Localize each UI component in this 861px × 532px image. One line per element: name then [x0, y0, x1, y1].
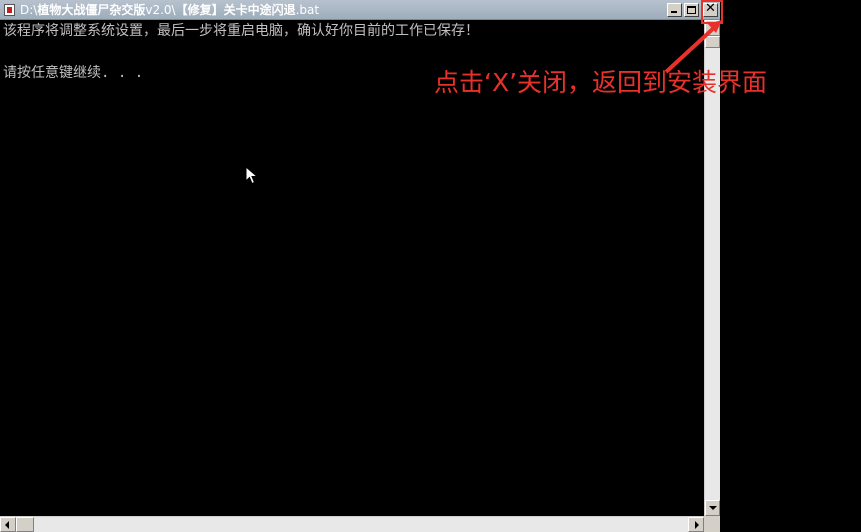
window-title: D:\植物大战僵尸杂交版v2.0\【修复】关卡中途闪退.bat	[20, 3, 320, 17]
maximize-icon	[687, 6, 696, 14]
maximize-button[interactable]	[684, 3, 699, 17]
annotation-text: 点击‘X’关闭，返回到安装界面	[434, 68, 768, 97]
close-button[interactable]: ✕	[703, 1, 718, 17]
scroll-down-button[interactable]	[705, 500, 720, 516]
screen: D:\植物大战僵尸杂交版v2.0\【修复】关卡中途闪退.bat ✕ 该程序将调整…	[0, 0, 861, 532]
window-titlebar[interactable]: D:\植物大战僵尸杂交版v2.0\【修复】关卡中途闪退.bat ✕	[0, 0, 720, 20]
horizontal-scrollbar[interactable]	[0, 516, 704, 532]
console-line-prompt: 请按任意键继续. . .	[3, 65, 144, 81]
size-grip[interactable]	[704, 516, 720, 532]
vertical-scroll-thumb[interactable]	[705, 36, 720, 48]
close-icon: ✕	[705, 1, 716, 16]
mouse-pointer-icon	[245, 166, 259, 185]
scroll-up-button[interactable]	[705, 20, 720, 36]
cmd-app-icon[interactable]	[4, 4, 15, 16]
scroll-right-button[interactable]	[688, 517, 704, 532]
minimize-button[interactable]	[667, 3, 682, 17]
minimize-icon	[671, 11, 677, 13]
scroll-left-button[interactable]	[0, 517, 16, 532]
horizontal-scroll-thumb[interactable]	[16, 517, 34, 532]
console-line-warning: 该程序将调整系统设置，最后一步将重启电脑，确认好你目前的工作已保存！	[3, 23, 479, 39]
